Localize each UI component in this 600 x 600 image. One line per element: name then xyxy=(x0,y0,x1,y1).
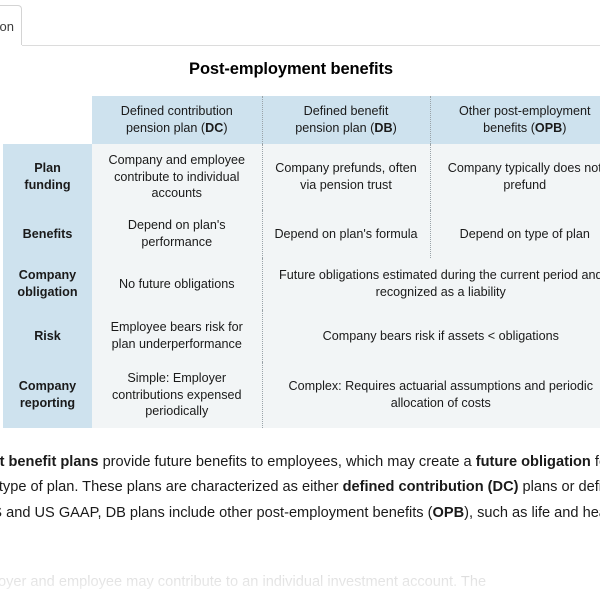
cell-risk-dc: Employee bears risk for plan underperfor… xyxy=(92,310,262,362)
table-row: Benefits Depend on plan's performance De… xyxy=(3,210,600,258)
row-label-company-reporting: Company reporting xyxy=(3,362,92,428)
cell-plan-funding-db: Company prefunds, often via pension trus… xyxy=(261,144,430,210)
table-header-row: Defined contribution pension plan (DC) D… xyxy=(3,96,600,144)
p1-bold-plans: Post-employment benefit plans xyxy=(0,454,99,470)
comparison-table-container: Defined contribution pension plan (DC) D… xyxy=(3,96,600,428)
tab-label: on xyxy=(0,18,14,34)
column-header-db-line1: Defined benefit xyxy=(303,104,389,119)
cell-benefits-db: Depend on plan's formula xyxy=(261,210,430,258)
table-header: Defined contribution pension plan (DC) D… xyxy=(3,96,600,144)
tab-active[interactable]: on xyxy=(0,5,22,46)
table-row: Company reporting Simple: Employer contr… xyxy=(3,362,600,428)
cell-company-reporting-db-opb: Complex: Requires actuarial assumptions … xyxy=(261,362,600,428)
body-text: Post-employment benefit plans provide fu… xyxy=(0,450,600,600)
cell-plan-funding-dc: Company and employee contribute to indiv… xyxy=(92,144,262,210)
table-row: Risk Employee bears risk for plan underp… xyxy=(3,310,600,362)
row-label-company-obligation: Company obligation xyxy=(3,258,92,310)
column-header-opb-line2-post: ) xyxy=(562,121,567,135)
row-label-benefits: Benefits xyxy=(3,210,92,258)
paragraph-2: In DC plans, employer and employee may c… xyxy=(0,573,487,590)
post-employment-benefits-table: Defined contribution pension plan (DC) D… xyxy=(3,96,600,428)
column-header-dc: Defined contribution pension plan (DC) xyxy=(92,96,262,144)
p1-text-b: provide future benefits to employees, wh… xyxy=(98,454,476,470)
column-header-db-line2-pre: pension plan ( xyxy=(295,121,375,135)
column-header-db-line2-post: ) xyxy=(392,121,397,135)
row-label-company-obligation-l1: Company xyxy=(18,268,77,283)
column-header-dc-abbr: DC xyxy=(205,121,224,135)
p1-bold-opb: OPB xyxy=(432,504,465,521)
cell-company-obligation-dc: No future obligations xyxy=(92,258,262,310)
cell-benefits-dc: Depend on plan's performance xyxy=(92,210,262,258)
p1-bold-obligation: future obligation xyxy=(475,454,591,470)
column-header-db-abbr: DB xyxy=(374,121,393,135)
row-label-company-reporting-l1: Company xyxy=(18,379,77,394)
table-corner-cell xyxy=(3,96,92,144)
cell-company-obligation-db-opb: Future obligations estimated during the … xyxy=(261,258,600,310)
p1-bold-dc: defined contribution (DC) xyxy=(342,479,519,496)
row-label-company-obligation-l2: obligation xyxy=(17,285,78,299)
document-content: Post-employment benefits Defined contrib… xyxy=(0,46,600,600)
column-header-dc-line2-pre: pension plan ( xyxy=(125,121,206,135)
table-body: Plan funding Company and employee contri… xyxy=(3,144,600,428)
column-header-opb-abbr: OPB xyxy=(534,121,563,135)
column-header-opb: Other post-employment benefits (OPB) xyxy=(429,96,600,144)
cell-benefits-opb: Depend on type of plan xyxy=(429,210,600,258)
cell-risk-db-opb: Company bears risk if assets < obligatio… xyxy=(261,310,600,362)
column-header-opb-line2-pre: benefits ( xyxy=(483,121,535,135)
table-row: Company obligation No future obligations… xyxy=(3,258,600,310)
row-label-plan-funding-l2: funding xyxy=(24,178,71,192)
paragraph-1: Post-employment benefit plans provide fu… xyxy=(0,450,600,552)
column-header-db: Defined benefit pension plan (DB) xyxy=(261,96,430,144)
row-label-plan-funding: Plan funding xyxy=(3,144,92,210)
row-label-plan-funding-l1: Plan xyxy=(34,161,61,176)
page-title: Post-employment benefits xyxy=(189,60,393,78)
column-header-dc-line1: Defined contribution xyxy=(120,104,233,119)
app-viewport: on Post-employment benefits Defined cont… xyxy=(0,0,600,600)
cell-company-reporting-dc: Simple: Employer contributions expensed … xyxy=(92,362,262,428)
cell-plan-funding-opb: Company typically does not prefund xyxy=(429,144,600,210)
row-label-risk: Risk xyxy=(3,310,92,362)
row-label-company-reporting-l2: reporting xyxy=(19,396,76,410)
column-header-opb-line1: Other post-employment xyxy=(458,104,591,119)
table-row: Plan funding Company and employee contri… xyxy=(3,144,600,210)
column-header-dc-line2-post: ) xyxy=(223,121,228,135)
tab-strip: on xyxy=(0,0,600,47)
